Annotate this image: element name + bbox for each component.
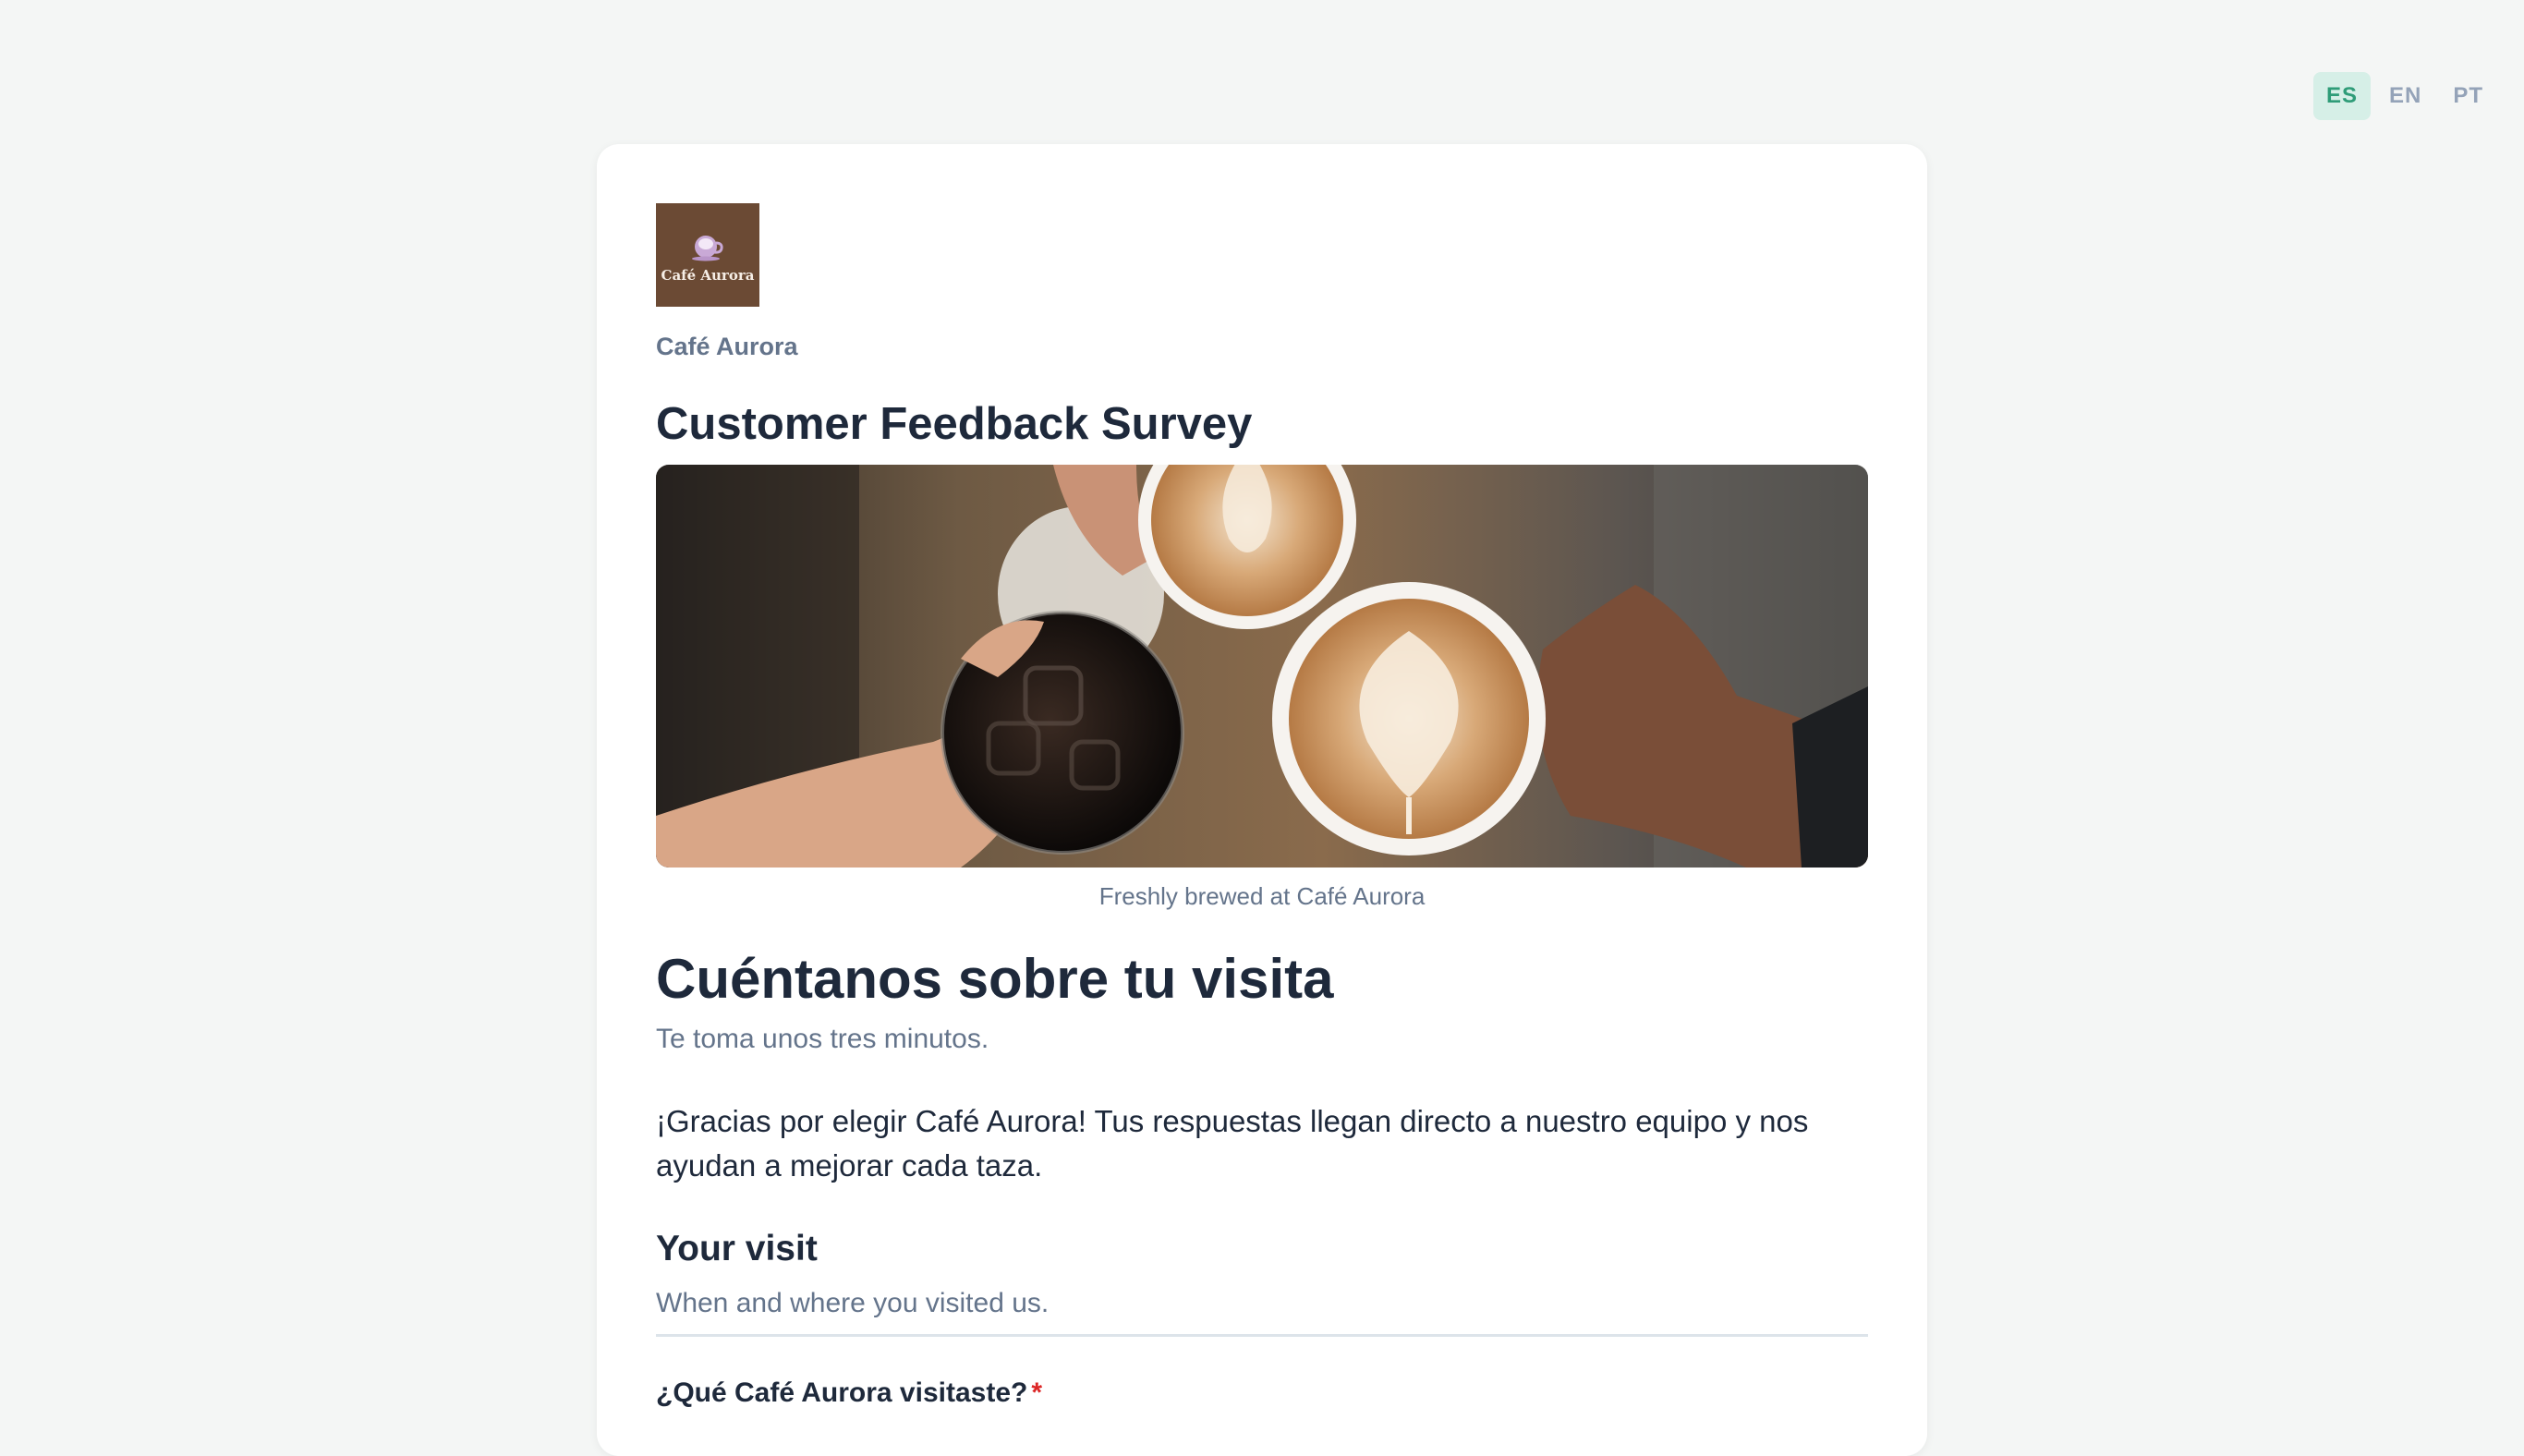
lang-es-button[interactable]: ES — [2312, 72, 2371, 120]
organization-name: Café Aurora — [656, 333, 798, 360]
survey-card: Café Aurora Café Aurora Customer Feedbac… — [597, 144, 1927, 1456]
lang-pt-button[interactable]: PT — [2440, 72, 2496, 120]
intro-text: ¡Gracias por elegir Café Aurora! Tus res… — [656, 1104, 1809, 1183]
question-label: ¿Qué Café Aurora visitaste? * — [656, 1377, 1868, 1409]
required-marker: * — [1031, 1377, 1043, 1408]
question-text: ¿Qué Café Aurora visitaste? — [656, 1377, 1028, 1408]
hero-caption: Freshly brewed at Café Aurora — [1098, 882, 1426, 910]
question-group-description: When and where you visited us. — [656, 1288, 1868, 1337]
survey-content: Café Aurora Café Aurora Customer Feedbac… — [656, 203, 1868, 1409]
question-group-title: Your visit — [656, 1229, 818, 1268]
brand-logo: Café Aurora — [656, 203, 759, 307]
lang-en-button[interactable]: EN — [2376, 72, 2434, 120]
language-switcher: ES EN PT — [2312, 72, 2496, 120]
section-subtitle: Te toma unos tres minutos. — [656, 1024, 989, 1054]
hero-image — [656, 465, 1868, 868]
logo-text: Café Aurora — [661, 267, 755, 284]
survey-title: Customer Feedback Survey — [656, 399, 1253, 449]
section-heading: Cuéntanos sobre tu visita — [656, 948, 1334, 1010]
coffee-cup-icon — [692, 236, 723, 261]
